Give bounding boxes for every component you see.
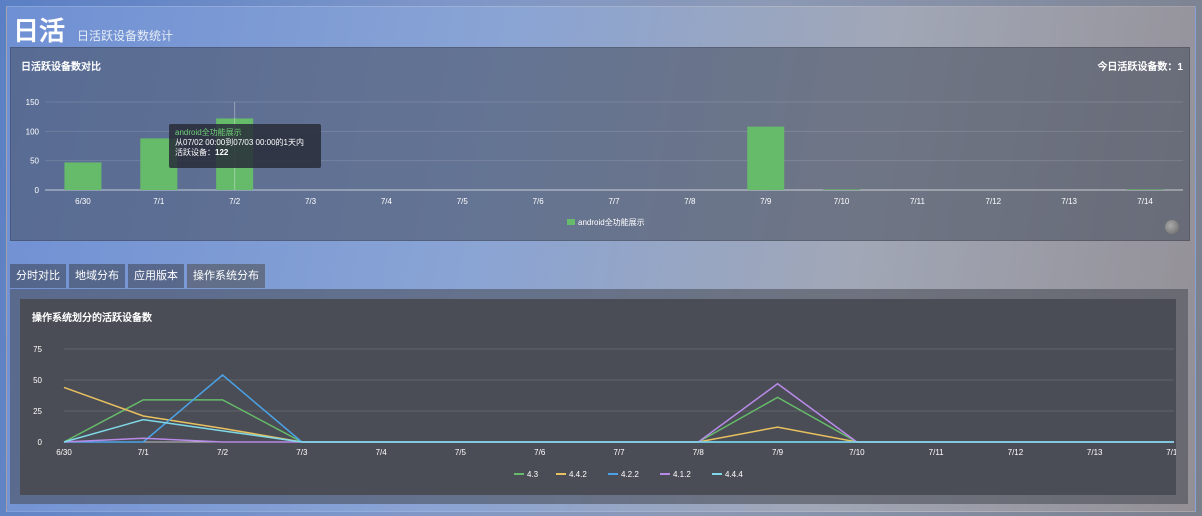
x-tick-label: 6/30 bbox=[75, 197, 91, 206]
legend-label: 4.4.2 bbox=[569, 470, 587, 479]
y-tick-label: 25 bbox=[33, 407, 42, 416]
x-tick-label: 7/5 bbox=[457, 197, 469, 206]
tooltip-series: android全功能展示 bbox=[175, 128, 242, 137]
x-tick-label: 7/11 bbox=[910, 197, 926, 206]
series-line bbox=[63, 418, 1174, 443]
series-line bbox=[63, 396, 1174, 443]
y-tick-label: 50 bbox=[30, 157, 39, 166]
series-line bbox=[63, 382, 1174, 443]
chart-tooltip: android全功能展示 从07/02 00:00到07/03 00:00的1天… bbox=[169, 124, 321, 168]
x-tick-label: 7/12 bbox=[986, 197, 1002, 206]
tooltip-range: 从07/02 00:00到07/03 00:00的1天内 bbox=[175, 138, 304, 147]
x-tick-label: 7/6 bbox=[534, 448, 546, 457]
y-tick-label: 75 bbox=[33, 345, 42, 354]
x-tick-label: 7/14 bbox=[1166, 448, 1176, 457]
y-tick-label: 50 bbox=[33, 376, 42, 385]
x-tick-label: 7/4 bbox=[381, 197, 393, 206]
x-tick-label: 7/1 bbox=[153, 197, 165, 206]
x-tick-label: 7/2 bbox=[217, 448, 229, 457]
x-tick-label: 7/4 bbox=[376, 448, 388, 457]
tab-bar: 分时对比 地域分布 应用版本 操作系统分布 bbox=[10, 264, 265, 288]
x-tick-label: 7/3 bbox=[305, 197, 317, 206]
x-tick-label: 7/5 bbox=[455, 448, 467, 457]
legend-label: android全功能展示 bbox=[578, 217, 645, 227]
x-tick-label: 7/9 bbox=[760, 197, 772, 206]
bar bbox=[1126, 189, 1164, 190]
x-tick-label: 7/7 bbox=[613, 448, 625, 457]
series-line bbox=[63, 386, 1174, 443]
tooltip-value: 122 bbox=[215, 148, 229, 157]
y-tick-label: 150 bbox=[26, 98, 40, 107]
legend-swatch bbox=[567, 219, 575, 225]
x-tick-label: 7/8 bbox=[684, 197, 696, 206]
x-tick-label: 7/14 bbox=[1137, 197, 1153, 206]
x-tick-label: 7/11 bbox=[929, 448, 945, 457]
x-tick-label: 7/2 bbox=[229, 197, 241, 206]
y-tick-label: 0 bbox=[38, 438, 43, 447]
bar bbox=[64, 162, 102, 190]
x-tick-label: 7/13 bbox=[1061, 197, 1077, 206]
tab-os[interactable]: 操作系统分布 bbox=[187, 264, 265, 288]
tab-hourly[interactable]: 分时对比 bbox=[10, 264, 66, 288]
legend-label: 4.3 bbox=[527, 470, 539, 479]
page-title: 日活 bbox=[13, 16, 66, 46]
daily-active-panel: 日活跃设备数对比 今日活跃设备数：1 0 50 100 150 6/30 7/1 7/2 7/… bbox=[10, 47, 1190, 241]
line-chart: 0 25 50 75 6/30 7/1 7/2 7/3 7/4 7/5 7/6 7/7 7/8 7/9 7/… bbox=[33, 345, 1176, 479]
x-tick-label: 7/10 bbox=[849, 448, 865, 457]
os-panel: 操作系统划分的活跃设备数 0 25 50 75 6/30 7/1 7/2 7/3 7/4 7/5 7… bbox=[10, 289, 1188, 504]
x-tick-label: 6/30 bbox=[56, 448, 72, 457]
tooltip-value-label: 活跃设备： bbox=[175, 148, 215, 157]
y-tick-label: 100 bbox=[26, 127, 40, 136]
x-tick-label: 7/10 bbox=[834, 197, 850, 206]
page-header: 日活 日活跃设备数统计 bbox=[13, 11, 173, 47]
x-tick-label: 7/6 bbox=[533, 197, 545, 206]
x-tick-label: 7/8 bbox=[693, 448, 705, 457]
globe-icon[interactable] bbox=[1165, 220, 1179, 234]
tooltip-value-row: 活跃设备：122 bbox=[175, 148, 315, 158]
os-chart-card: 操作系统划分的活跃设备数 0 25 50 75 6/30 7/1 7/2 7/3 7/4 7/5 7… bbox=[20, 299, 1176, 495]
legend-label: 4.2.2 bbox=[621, 470, 639, 479]
bar bbox=[823, 189, 861, 190]
x-tick-label: 7/3 bbox=[296, 448, 308, 457]
bar bbox=[747, 126, 785, 190]
page-subtitle: 日活跃设备数统计 bbox=[77, 29, 174, 43]
x-tick-label: 7/9 bbox=[772, 448, 784, 457]
y-tick-label: 0 bbox=[35, 186, 40, 195]
x-tick-label: 7/7 bbox=[608, 197, 620, 206]
x-tick-label: 7/13 bbox=[1087, 448, 1103, 457]
legend-label: 4.4.4 bbox=[725, 470, 743, 479]
legend-label: 4.1.2 bbox=[673, 470, 691, 479]
x-tick-label: 7/1 bbox=[138, 448, 150, 457]
x-tick-label: 7/12 bbox=[1008, 448, 1024, 457]
tab-region[interactable]: 地域分布 bbox=[69, 264, 125, 288]
tab-app-version[interactable]: 应用版本 bbox=[128, 264, 184, 288]
